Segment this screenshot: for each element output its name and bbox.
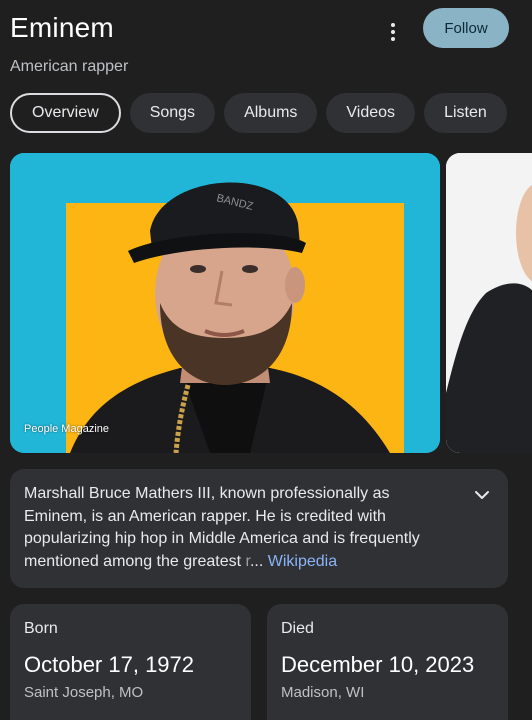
tab-videos[interactable]: Videos	[326, 93, 416, 133]
tab-albums[interactable]: Albums	[224, 93, 318, 133]
died-place: Madison, WI	[281, 684, 365, 701]
secondary-portrait	[446, 153, 532, 453]
born-label: Born	[24, 620, 58, 637]
more-vert-icon[interactable]	[383, 20, 403, 44]
born-date: October 17, 1972	[24, 652, 195, 677]
page-subtitle: American rapper	[10, 58, 129, 75]
born-card[interactable]: Born October 17, 1972 Saint Joseph, MO	[10, 604, 251, 720]
tab-bar: Overview Songs Albums Videos Listen	[10, 93, 532, 135]
tab-listen[interactable]: Listen	[424, 93, 507, 133]
portrait-illustration: BANDZ	[10, 153, 440, 453]
follow-button[interactable]: Follow	[423, 8, 509, 48]
hero-image[interactable]: BANDZ People Magazine	[10, 153, 440, 453]
died-card[interactable]: Died December 10, 2023 Madison, WI	[267, 604, 508, 720]
died-label: Died	[281, 620, 314, 637]
description-card: Marshall Bruce Mathers III, known profes…	[10, 469, 508, 588]
tab-overview[interactable]: Overview	[10, 93, 121, 133]
tab-songs[interactable]: Songs	[129, 93, 216, 133]
description-ellipsis: ...	[249, 552, 264, 570]
image-credit: People Magazine	[24, 423, 110, 435]
chevron-down-icon[interactable]	[470, 483, 494, 507]
secondary-image[interactable]	[446, 153, 532, 453]
page-title: Eminem	[10, 12, 114, 43]
wikipedia-link[interactable]: Wikipedia	[268, 553, 337, 570]
born-place: Saint Joseph, MO	[24, 684, 144, 701]
description-text: Marshall Bruce Mathers III, known profes…	[24, 483, 454, 573]
died-date: December 10, 2023	[281, 652, 475, 677]
description-body: Marshall Bruce Mathers III, known profes…	[24, 485, 420, 570]
